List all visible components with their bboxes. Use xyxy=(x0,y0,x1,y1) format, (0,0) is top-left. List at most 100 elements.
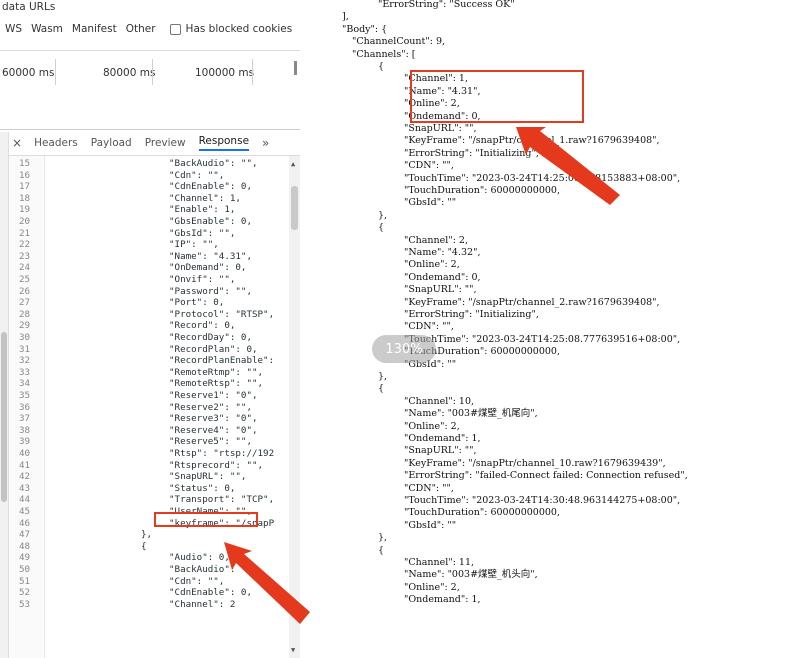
close-icon[interactable]: × xyxy=(12,136,22,150)
scroll-up-icon[interactable]: ▲ xyxy=(291,160,295,168)
line-number: 25 xyxy=(19,274,31,285)
zoom-indicator: 130% xyxy=(372,335,436,363)
response-text: "Reserve1": "0", xyxy=(169,390,258,401)
response-text: "GbsEnable": 0, xyxy=(169,216,252,227)
response-line: 24 "OnDemand": 0, xyxy=(9,262,289,274)
response-text: "GbsId": "", xyxy=(169,227,236,239)
response-line: 42 "SnapURL": "", xyxy=(9,471,289,483)
json-line: }, xyxy=(378,532,388,544)
json-line: "CDN": "", xyxy=(404,482,454,494)
tab-response[interactable]: Response xyxy=(198,135,250,151)
request-list-scrollbar[interactable] xyxy=(0,132,9,658)
response-line: 37 "Reserve3": "0", xyxy=(9,413,289,425)
response-text: "Protocol": "RTSP", xyxy=(169,308,275,320)
json-line: "Name": "003#煤壁_机头向", xyxy=(404,569,538,581)
filter-row-top-text: data URLs xyxy=(2,1,56,13)
response-line: 22 "IP": "", xyxy=(9,239,289,251)
line-number: 46 xyxy=(19,517,31,529)
response-text: "RecordDay": 0, xyxy=(169,332,252,343)
response-text: "Name": "4.31", xyxy=(169,250,252,262)
json-line: "Online": 2, xyxy=(404,581,460,593)
line-number: 52 xyxy=(19,587,31,599)
response-scrollbar[interactable]: ▲ ▼ xyxy=(289,156,300,658)
response-line: 20 "GbsEnable": 0, xyxy=(9,216,289,228)
json-line: "SnapURL": "", xyxy=(404,445,477,457)
json-line: }, xyxy=(378,371,388,382)
response-body[interactable]: ▲ ▼ 15 "BackAudio": "", 16 "Cdn": "", 17 "Cdn… xyxy=(9,156,300,658)
response-line: 53 "Channel": 2 xyxy=(9,599,289,611)
json-line: { xyxy=(378,383,385,395)
tab-payload[interactable]: Payload xyxy=(91,137,132,149)
blocked-cookies-checkbox[interactable] xyxy=(169,23,181,35)
response-line: 15 "BackAudio": "", xyxy=(9,158,289,170)
json-line: "SnapURL": "", xyxy=(404,284,477,296)
filter-manifest[interactable]: Manifest xyxy=(72,23,117,35)
line-number: 51 xyxy=(19,575,31,587)
response-line: 38 "Reserve4": "0", xyxy=(9,425,289,437)
json-line: "ErrorString": "Initializing", xyxy=(404,309,539,320)
response-line: 26 "Password": "", xyxy=(9,286,289,298)
response-line: 39 "Reserve5": "", xyxy=(9,436,289,448)
json-line: "TouchDuration": 60000000000, xyxy=(404,185,560,196)
response-text: "CdnEnable": 0, xyxy=(169,181,252,193)
response-text: "Record": 0, xyxy=(169,320,236,332)
more-tabs-icon[interactable]: » xyxy=(262,136,269,150)
line-number: 45 xyxy=(19,506,31,517)
tab-headers[interactable]: Headers xyxy=(34,137,78,149)
json-line: "Channels": [ xyxy=(352,48,416,60)
response-line: 41 "Rtsprecord": "", xyxy=(9,460,289,472)
filter-other[interactable]: Other xyxy=(126,23,156,35)
json-line: "KeyFrame": "/snapPtr/channel_2.raw?1679… xyxy=(404,296,660,308)
line-number: 44 xyxy=(19,494,31,506)
line-number: 19 xyxy=(19,204,31,216)
line-number: 34 xyxy=(19,378,31,390)
line-number: 49 xyxy=(19,552,31,564)
filter-ws[interactable]: WS xyxy=(5,23,22,35)
line-number: 18 xyxy=(19,192,31,204)
response-text: "Channel": 2 xyxy=(169,598,236,610)
response-text: "Reserve5": "", xyxy=(169,436,252,448)
response-line: 44 "Transport": "TCP", xyxy=(9,494,289,506)
response-text: "Channel": 1, xyxy=(169,192,241,204)
line-number: 36 xyxy=(19,401,31,413)
response-line: 40 "Rtsp": "rtsp://192 xyxy=(9,448,289,460)
json-line: "ErrorString": "failed-Connect failed: C… xyxy=(404,470,688,482)
response-line: 25 "Onvif": "", xyxy=(9,274,289,286)
line-number: 22 xyxy=(19,239,31,251)
line-number: 20 xyxy=(19,216,31,227)
response-text: "Port": 0, xyxy=(169,297,225,309)
response-text: "Reserve2": "", xyxy=(169,401,252,413)
response-text: "RemoteRtmp": "", xyxy=(169,366,264,378)
scroll-down-icon[interactable]: ▼ xyxy=(291,646,295,654)
json-line: "Ondemand": 1, xyxy=(404,433,481,444)
response-text: "BackAudio": "", xyxy=(169,564,258,575)
response-line: 33 "RemoteRtmp": "", xyxy=(9,367,289,379)
json-line: "TouchTime": "2023-03-24T14:30:48.963144… xyxy=(404,495,681,506)
json-line: "Body": { xyxy=(342,23,388,35)
json-line: "GbsId": "" xyxy=(404,197,457,209)
response-text: "Onvif": "", xyxy=(169,274,236,285)
tab-preview[interactable]: Preview xyxy=(145,137,186,149)
json-line: }, xyxy=(378,209,388,221)
response-line: 51 "Cdn": "", xyxy=(9,576,289,588)
line-number: 29 xyxy=(19,320,31,332)
response-text: "Cdn": "", xyxy=(169,575,225,587)
line-number: 35 xyxy=(19,390,31,401)
response-line: 21 "GbsId": "", xyxy=(9,228,289,240)
json-line: "SnapURL": "", xyxy=(404,123,477,134)
line-number: 32 xyxy=(19,355,31,367)
response-text: "Reserve3": "0", xyxy=(169,413,258,425)
json-line: { xyxy=(378,222,385,234)
filter-wasm[interactable]: Wasm xyxy=(31,23,63,35)
line-number: 30 xyxy=(19,332,31,343)
line-number: 23 xyxy=(19,250,31,262)
scrollbar-thumb[interactable] xyxy=(291,186,298,230)
line-number: 24 xyxy=(19,262,31,274)
response-text: "Rtsp": "rtsp://192 xyxy=(169,448,275,459)
highlight-box-channel-1 xyxy=(410,70,584,123)
scrollbar-thumb[interactable] xyxy=(1,332,7,502)
response-line: 32 "RecordPlanEnable": xyxy=(9,355,289,367)
line-number: 17 xyxy=(19,181,31,193)
response-line: 47}, xyxy=(9,529,289,541)
network-timeline[interactable]: 60000 ms 80000 ms 100000 ms xyxy=(0,51,300,129)
